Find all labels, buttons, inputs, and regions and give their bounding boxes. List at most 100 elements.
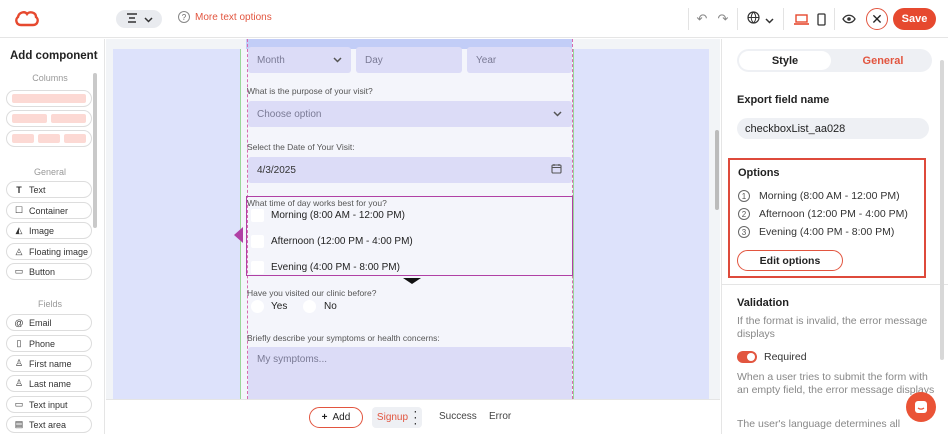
add-page-button[interactable]: + Add <box>309 407 363 428</box>
two-column-layout[interactable] <box>6 110 92 127</box>
checkbox-afternoon-label: Afternoon (12:00 PM - 4:00 PM) <box>271 236 413 247</box>
help-icon: ? <box>178 11 190 23</box>
app-logo-icon[interactable] <box>14 9 40 29</box>
symptoms-textarea[interactable]: My symptoms... <box>248 347 572 399</box>
text-align-dropdown[interactable] <box>116 10 162 28</box>
image-component[interactable]: ◭ Image <box>6 222 92 239</box>
tab-error[interactable]: Error <box>489 411 511 422</box>
number-2-icon: 2 <box>738 208 750 220</box>
last-name-field-component[interactable]: ♙ Last name <box>6 375 92 392</box>
checkbox-morning-label: Morning (8:00 AM - 12:00 PM) <box>271 210 405 221</box>
radio-yes[interactable] <box>251 300 264 313</box>
purpose-label: What is the purpose of your visit? <box>247 86 373 96</box>
more-text-options-label: More text options <box>195 11 272 23</box>
undo-icon[interactable]: ↶ <box>695 10 709 28</box>
export-field-name-title: Export field name <box>737 94 830 106</box>
button-component[interactable]: ▭ Button <box>6 263 92 280</box>
time-label: What time of day works best for you? <box>247 198 387 208</box>
kebab-menu-icon[interactable]: · · · <box>414 407 417 428</box>
text-component[interactable]: T Text <box>6 181 92 198</box>
tab-signup[interactable]: Signup · · · <box>372 407 422 428</box>
redo-icon[interactable]: ↷ <box>716 10 730 28</box>
edit-options-button[interactable]: Edit options <box>737 250 843 271</box>
sidebar-title: Add component <box>10 50 98 62</box>
checkbox-evening[interactable] <box>251 261 264 274</box>
container-icon: ☐ <box>14 205 24 215</box>
button-icon: ▭ <box>14 266 24 276</box>
purpose-select[interactable]: Choose option <box>248 101 572 127</box>
option-item: 2 Afternoon (12:00 PM - 4:00 PM) <box>738 208 908 220</box>
person-icon: ♙ <box>14 378 24 388</box>
radio-no-label: No <box>324 301 337 312</box>
canvas-scrollbar[interactable] <box>715 130 719 210</box>
chevron-down-icon <box>333 55 342 66</box>
panel-scrollbar[interactable] <box>940 60 944 360</box>
page-tabs-bar: + Add Signup · · · Success Error <box>106 399 720 434</box>
eye-preview-icon[interactable] <box>841 10 857 28</box>
required-description: When a user tries to submit the form wit… <box>737 371 935 396</box>
chat-icon[interactable] <box>906 392 936 422</box>
chevron-down-icon <box>764 12 774 27</box>
required-label: Required <box>764 351 807 363</box>
columns-section-label: Columns <box>32 73 68 83</box>
general-section-label: General <box>33 167 67 177</box>
close-icon[interactable]: ✕ <box>866 8 888 30</box>
at-icon: @ <box>14 317 24 328</box>
validation-description: If the format is invalid, the error mess… <box>737 315 928 340</box>
visited-label: Have you visited our clinic before? <box>247 288 377 298</box>
panel-tabs: Style General <box>737 49 932 72</box>
one-column-layout[interactable] <box>6 90 92 107</box>
validation-title: Validation <box>737 297 789 309</box>
email-field-component[interactable]: @ Email <box>6 314 92 331</box>
text-area-icon: ▤ <box>14 419 24 429</box>
divider <box>834 8 835 30</box>
tab-style[interactable]: Style <box>739 51 831 70</box>
checkbox-afternoon[interactable] <box>251 235 264 248</box>
align-center-icon <box>126 12 138 26</box>
radio-yes-label: Yes <box>271 301 288 312</box>
fields-section-label: Fields <box>37 299 62 309</box>
component-sidebar: Add component Columns General T Text ☐ Con… <box>0 39 105 434</box>
divider <box>783 8 784 30</box>
plus-icon: + <box>321 412 328 423</box>
image-icon: ◭ <box>15 225 23 235</box>
checkbox-morning[interactable] <box>251 209 264 222</box>
text-area-field-component[interactable]: ▤ Text area <box>6 416 92 433</box>
day-input[interactable]: Day <box>356 47 462 73</box>
more-text-options-link[interactable]: ? More text options <box>178 11 272 23</box>
phone-field-component[interactable]: ▯ Phone <box>6 335 92 352</box>
tab-success[interactable]: Success <box>439 411 477 422</box>
sidebar-scrollbar[interactable] <box>93 73 97 228</box>
month-select[interactable]: Month <box>248 47 351 73</box>
checkbox-evening-label: Evening (4:00 PM - 8:00 PM) <box>271 262 400 273</box>
first-name-field-component[interactable]: ♙ First name <box>6 355 92 372</box>
options-section: Options 1 Morning (8:00 AM - 12:00 PM) 2A… <box>728 158 926 278</box>
text-input-field-component[interactable]: ▭ Text input <box>6 396 92 413</box>
number-1-icon: 1 <box>738 190 750 202</box>
container-component[interactable]: ☐ Container <box>6 202 92 219</box>
text-input-icon: ▭ <box>14 399 24 409</box>
required-toggle[interactable] <box>737 351 757 363</box>
radio-no[interactable] <box>303 300 316 313</box>
save-button[interactable]: Save <box>893 8 936 30</box>
option-item: 1 Morning (8:00 AM - 12:00 PM) <box>738 190 900 202</box>
floating-image-component[interactable]: ◬ Floating image <box>6 243 92 260</box>
tab-general[interactable]: General <box>837 51 929 70</box>
mobile-view-icon[interactable] <box>815 10 827 28</box>
globe-icon <box>746 11 760 27</box>
desktop-view-icon[interactable] <box>793 10 809 28</box>
properties-panel: Style General Export field name checkbox… <box>721 39 948 434</box>
floating-image-icon: ◬ <box>15 246 23 256</box>
symptoms-label: Briefly describe your symptoms or health… <box>247 333 440 343</box>
year-input[interactable]: Year <box>467 47 572 73</box>
form-canvas: Month Day Year What is the purpose of yo… <box>106 39 720 399</box>
calendar-icon <box>551 163 562 177</box>
language-dropdown[interactable] <box>745 10 775 28</box>
date-input[interactable]: 4/3/2025 <box>248 157 572 183</box>
chevron-down-icon <box>553 109 562 120</box>
export-field-name-input[interactable]: checkboxList_aa028 <box>737 118 929 139</box>
drag-handle-icon[interactable] <box>234 227 243 243</box>
three-column-layout[interactable] <box>6 130 92 147</box>
language-description: The user's language determines all <box>737 418 901 430</box>
option-item: 3 Evening (4:00 PM - 8:00 PM) <box>738 226 894 238</box>
